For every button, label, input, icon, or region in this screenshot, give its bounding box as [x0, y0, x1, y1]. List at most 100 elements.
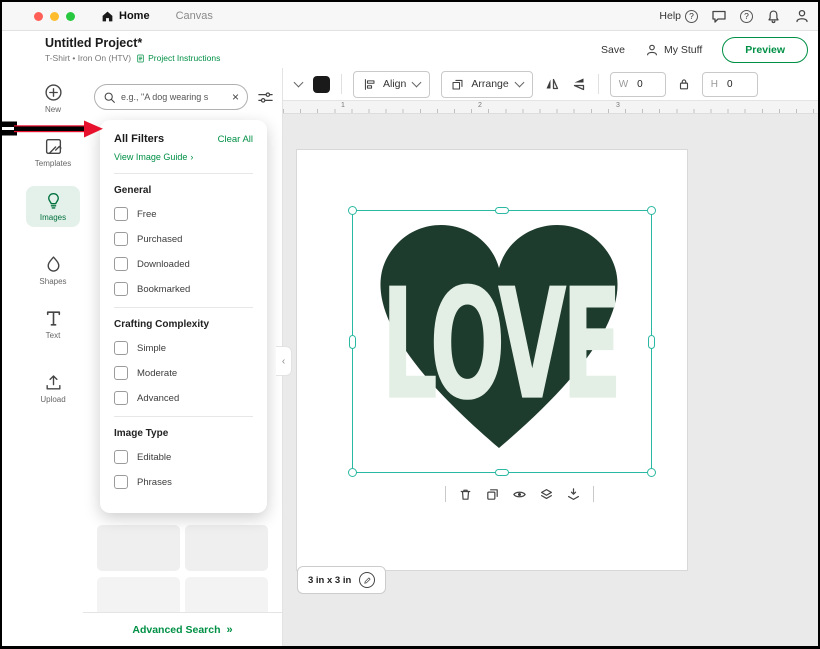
tab-canvas[interactable]: Canvas [176, 10, 213, 22]
checkbox[interactable] [114, 232, 128, 246]
resize-handle-right[interactable] [648, 335, 655, 349]
project-title: Untitled Project* [45, 36, 220, 50]
sidebar-item-upload[interactable]: Upload [26, 368, 80, 409]
tab-canvas-label: Canvas [176, 10, 213, 22]
eye-icon [512, 487, 527, 502]
divider [593, 486, 594, 502]
hide-button[interactable] [512, 487, 527, 502]
flatten-button[interactable] [566, 487, 581, 502]
checkbox[interactable] [114, 257, 128, 271]
document-icon [136, 53, 145, 64]
lock-icon [677, 77, 691, 91]
filter-option-free[interactable]: Free [114, 207, 253, 221]
artboard[interactable]: LOVE [297, 150, 687, 570]
checkbox[interactable] [114, 366, 128, 380]
delete-button[interactable] [458, 487, 473, 502]
checkbox[interactable] [114, 450, 128, 464]
filter-option-purchased[interactable]: Purchased [114, 232, 253, 246]
flip-horizontal-icon [544, 76, 560, 92]
project-header: Untitled Project* T-Shirt • Iron On (HTV… [2, 31, 818, 68]
height-input[interactable]: H 0 [702, 72, 758, 97]
flip-horizontal-button[interactable] [544, 76, 560, 92]
feedback-bubble-icon[interactable] [711, 8, 727, 24]
minimize-window-button[interactable] [50, 12, 59, 21]
trash-icon [458, 487, 473, 502]
ruler-label: 2 [478, 102, 482, 109]
sidebar-item-new[interactable]: New [26, 78, 80, 119]
project-instructions-link[interactable]: Project Instructions [136, 53, 220, 64]
text-icon [44, 309, 63, 328]
horizontal-ruler: 1 2 3 [283, 101, 818, 114]
notifications-bell-icon[interactable] [766, 9, 781, 24]
filter-option-moderate[interactable]: Moderate [114, 366, 253, 380]
sidebar-item-images[interactable]: Images [26, 186, 80, 227]
duplicate-icon [485, 487, 500, 502]
selection-bounding-box[interactable] [352, 210, 652, 473]
resize-handle-top-left[interactable] [348, 206, 357, 215]
tab-home-label: Home [119, 10, 150, 22]
filter-option-simple[interactable]: Simple [114, 341, 253, 355]
resize-handle-bottom-left[interactable] [348, 468, 357, 477]
canvas-area[interactable]: LOVE [283, 113, 818, 647]
save-button[interactable]: Save [601, 44, 625, 56]
search-icon [103, 91, 116, 104]
images-icon [44, 191, 63, 210]
view-image-guide-link[interactable]: View Image Guide › [114, 152, 253, 162]
align-dropdown[interactable]: Align [353, 71, 430, 98]
align-icon [363, 78, 376, 91]
filters-toggle-icon[interactable] [257, 89, 274, 106]
resize-handle-top-right[interactable] [647, 206, 656, 215]
chevron-down-icon [412, 78, 422, 88]
width-input[interactable]: W 0 [610, 72, 666, 97]
sidebar-item-label: New [45, 105, 61, 114]
zoom-window-button[interactable] [66, 12, 75, 21]
my-stuff-button[interactable]: My Stuff [645, 43, 702, 57]
sidebar-item-shapes[interactable]: Shapes [26, 250, 80, 291]
color-swatch[interactable] [313, 76, 330, 93]
canvas-size-badge[interactable]: 3 in x 3 in [297, 566, 386, 594]
edit-size-button[interactable] [359, 572, 375, 588]
flip-vertical-icon [571, 76, 587, 92]
divider [445, 486, 446, 502]
checkbox[interactable] [114, 475, 128, 489]
checkbox[interactable] [114, 282, 128, 296]
resize-handle-bottom-right[interactable] [647, 468, 656, 477]
clear-search-icon[interactable]: × [232, 91, 239, 103]
support-question-icon[interactable]: ? [740, 10, 753, 23]
sidebar-item-text[interactable]: Text [26, 304, 80, 345]
resize-handle-bottom[interactable] [495, 469, 509, 476]
advanced-search-bar[interactable]: Advanced Search » [83, 612, 282, 647]
help-menu[interactable]: Help ? [659, 10, 698, 23]
project-instructions-label: Project Instructions [148, 53, 220, 63]
preview-button[interactable]: Preview [722, 37, 808, 63]
move-layer-button[interactable] [539, 487, 554, 502]
lock-aspect-button[interactable] [677, 77, 691, 91]
project-title-block: Untitled Project* T-Shirt • Iron On (HTV… [45, 36, 220, 64]
align-label: Align [383, 78, 406, 90]
canvas-size-label: 3 in x 3 in [308, 575, 351, 586]
filter-option-downloaded[interactable]: Downloaded [114, 257, 253, 271]
sidebar-item-label: Text [46, 331, 61, 340]
checkbox[interactable] [114, 341, 128, 355]
account-person-icon[interactable] [794, 8, 810, 24]
close-window-button[interactable] [34, 12, 43, 21]
resize-handle-top[interactable] [495, 207, 509, 214]
tab-home[interactable]: Home [101, 10, 150, 23]
arrange-dropdown[interactable]: Arrange [441, 71, 532, 98]
panel-collapse-handle[interactable]: ‹ [276, 346, 292, 376]
image-search-input[interactable]: e.g., "A dog wearing s × [94, 84, 248, 110]
filter-option-editable[interactable]: Editable [114, 450, 253, 464]
filter-option-advanced[interactable]: Advanced [114, 391, 253, 405]
resize-handle-left[interactable] [349, 335, 356, 349]
duplicate-button[interactable] [485, 487, 500, 502]
filter-option-bookmarked[interactable]: Bookmarked [114, 282, 253, 296]
filter-option-phrases[interactable]: Phrases [114, 475, 253, 489]
upload-icon [44, 373, 63, 392]
operation-dropdown-chevron-icon[interactable] [294, 78, 304, 88]
checkbox[interactable] [114, 391, 128, 405]
divider [341, 74, 342, 94]
clear-all-link[interactable]: Clear All [218, 134, 253, 145]
new-plus-icon [44, 83, 63, 102]
checkbox[interactable] [114, 207, 128, 221]
flip-vertical-button[interactable] [571, 76, 587, 92]
